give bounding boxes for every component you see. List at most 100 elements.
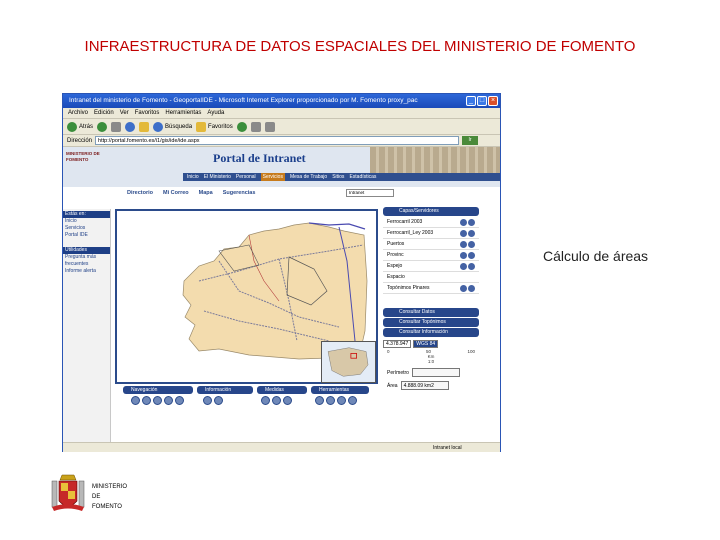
left-item-portal-ide[interactable]: Portal IDE bbox=[63, 232, 110, 239]
portal-logo[interactable]: MINISTERIO DE FOMENTO bbox=[66, 151, 100, 163]
layer-row[interactable]: Provinc bbox=[383, 250, 479, 261]
layer-row[interactable]: Ferrocarril 2003 bbox=[383, 217, 479, 228]
window-controls: _ □ × bbox=[466, 96, 498, 106]
header-building-image bbox=[370, 147, 500, 173]
layer-up-icon[interactable] bbox=[460, 262, 467, 270]
go-button[interactable]: Ir bbox=[462, 136, 478, 145]
address-input[interactable]: http://portal.fomento.es/i1/gis/ide/ide.… bbox=[95, 136, 459, 145]
back-button[interactable]: Atrás bbox=[67, 121, 93, 132]
layer-down-icon[interactable] bbox=[468, 262, 475, 270]
portal-search-input[interactable]: Intranet bbox=[346, 189, 394, 197]
layer-down-icon[interactable] bbox=[468, 284, 475, 292]
subnav-mapa[interactable]: Mapa bbox=[199, 187, 213, 199]
print-button[interactable] bbox=[264, 121, 275, 132]
star-icon bbox=[196, 121, 207, 132]
layer-down-icon[interactable] bbox=[468, 229, 475, 237]
slide-title: INFRAESTRUCTURA DE DATOS ESPACIALES DEL … bbox=[84, 38, 636, 55]
left-item-preguntas[interactable]: Pregunta más bbox=[63, 254, 110, 261]
settings-icon[interactable] bbox=[348, 396, 357, 405]
menubar: Archivo Edición Ver Favoritos Herramient… bbox=[63, 108, 500, 119]
galicia-map[interactable] bbox=[179, 221, 369, 361]
layer-up-icon[interactable] bbox=[460, 229, 467, 237]
portal-subnav: Directorio Mi Correo Mapa Sugerencias bbox=[123, 187, 500, 199]
layer-up-icon[interactable] bbox=[460, 240, 467, 248]
layer-up-icon[interactable] bbox=[460, 284, 467, 292]
favorites-button[interactable]: Favoritos bbox=[196, 121, 233, 132]
coordinate-value: 4.378.947 bbox=[383, 339, 412, 348]
projection-select[interactable]: WGS 84 bbox=[413, 339, 439, 348]
subnav-sugerencias[interactable]: Sugerencias bbox=[223, 187, 256, 199]
subnav-directorio[interactable]: Directorio bbox=[127, 187, 153, 199]
menu-edicion[interactable]: Edición bbox=[94, 108, 114, 118]
panel-consultar-toponimos[interactable]: Consultar Topónimos bbox=[383, 318, 479, 327]
nav-mesa[interactable]: Mesa de Trabajo bbox=[290, 173, 327, 181]
menu-favoritos[interactable]: Favoritos bbox=[135, 108, 160, 118]
nav-inicio[interactable]: Inicio bbox=[187, 173, 199, 181]
stop-button[interactable] bbox=[111, 121, 122, 132]
nav-servicios[interactable]: Servicios bbox=[260, 173, 285, 181]
info-icon[interactable] bbox=[203, 396, 212, 405]
map-viewer[interactable] bbox=[115, 209, 378, 384]
search-button[interactable]: Búsqueda bbox=[153, 121, 192, 132]
perimeter-label: Perímetro bbox=[387, 369, 409, 376]
ministry-logo-text: MINISTERIO DE FOMENTO bbox=[92, 484, 128, 510]
perimeter-field bbox=[411, 368, 460, 377]
area-label: Área bbox=[387, 382, 398, 389]
previous-extent-icon[interactable] bbox=[175, 396, 184, 405]
layer-down-icon[interactable] bbox=[468, 251, 475, 259]
refresh-icon bbox=[125, 121, 136, 132]
minimize-icon[interactable]: _ bbox=[466, 96, 476, 106]
zoom-in-icon[interactable] bbox=[131, 396, 140, 405]
nav-personal[interactable]: Personal bbox=[236, 173, 256, 181]
close-icon[interactable]: × bbox=[488, 96, 498, 106]
subnav-correo[interactable]: Mi Correo bbox=[163, 187, 189, 199]
panel-consultar-informacion[interactable]: Consultar Información bbox=[383, 328, 479, 337]
refresh-button[interactable] bbox=[125, 121, 136, 132]
nav-ministerio[interactable]: El Ministerio bbox=[204, 173, 231, 181]
portal-header: MINISTERIO DE FOMENTO Portal de Intranet… bbox=[63, 147, 500, 187]
layer-row[interactable]: Espacio bbox=[383, 272, 479, 283]
pan-icon[interactable] bbox=[153, 396, 162, 405]
full-extent-icon[interactable] bbox=[164, 396, 173, 405]
left-item-alerta[interactable]: Informe alerta bbox=[63, 268, 110, 275]
measure-distance-icon[interactable] bbox=[261, 396, 270, 405]
layer-down-icon[interactable] bbox=[468, 218, 475, 226]
perimeter-row: Perímetro bbox=[383, 368, 479, 377]
home-button[interactable] bbox=[139, 121, 150, 132]
layer-up-icon[interactable] bbox=[460, 251, 467, 259]
maximize-icon[interactable]: □ bbox=[477, 96, 487, 106]
forward-button[interactable] bbox=[97, 121, 108, 132]
tool-head-navegacion: Navegación bbox=[123, 386, 193, 394]
history-icon bbox=[236, 121, 247, 132]
tool-head-herramientas: Herramientas bbox=[311, 386, 369, 394]
panel-consultar-datos[interactable]: Consultar Datos bbox=[383, 308, 479, 317]
layer-up-icon[interactable] bbox=[460, 218, 467, 226]
layer-down-icon[interactable] bbox=[468, 240, 475, 248]
print-map-icon[interactable] bbox=[315, 396, 324, 405]
menu-ayuda[interactable]: Ayuda bbox=[207, 108, 224, 118]
help-icon[interactable] bbox=[337, 396, 346, 405]
left-item-frecuentes[interactable]: frecuentes bbox=[63, 261, 110, 268]
history-button[interactable] bbox=[236, 121, 247, 132]
nav-estadisticas[interactable]: Estadísticas bbox=[349, 173, 376, 181]
left-item-servicios[interactable]: Servicios bbox=[63, 225, 110, 232]
zoom-out-icon[interactable] bbox=[142, 396, 151, 405]
layer-row[interactable]: Ferrocarril_Ley 2003 bbox=[383, 228, 479, 239]
left-nav: Estás en: Inicio Servicios Portal IDE Ut… bbox=[63, 209, 111, 452]
layer-row[interactable]: Espejo bbox=[383, 261, 479, 272]
nav-sitios[interactable]: Sitios bbox=[332, 173, 344, 181]
layer-row[interactable]: Puertos bbox=[383, 239, 479, 250]
mail-button[interactable] bbox=[250, 121, 261, 132]
panel-capas[interactable]: Capas/Servidores bbox=[383, 207, 479, 216]
menu-ver[interactable]: Ver bbox=[120, 108, 129, 118]
layer-row[interactable]: Topónimos Pinares bbox=[383, 283, 479, 294]
menu-archivo[interactable]: Archivo bbox=[68, 108, 88, 118]
query-icon[interactable] bbox=[214, 396, 223, 405]
overview-map[interactable] bbox=[321, 341, 376, 383]
save-map-icon[interactable] bbox=[326, 396, 335, 405]
left-item-inicio[interactable]: Inicio bbox=[63, 218, 110, 225]
clear-measure-icon[interactable] bbox=[283, 396, 292, 405]
menu-herramientas[interactable]: Herramientas bbox=[165, 108, 201, 118]
measure-area-icon[interactable] bbox=[272, 396, 281, 405]
left-head-utilidades: Utilidades bbox=[63, 247, 110, 254]
